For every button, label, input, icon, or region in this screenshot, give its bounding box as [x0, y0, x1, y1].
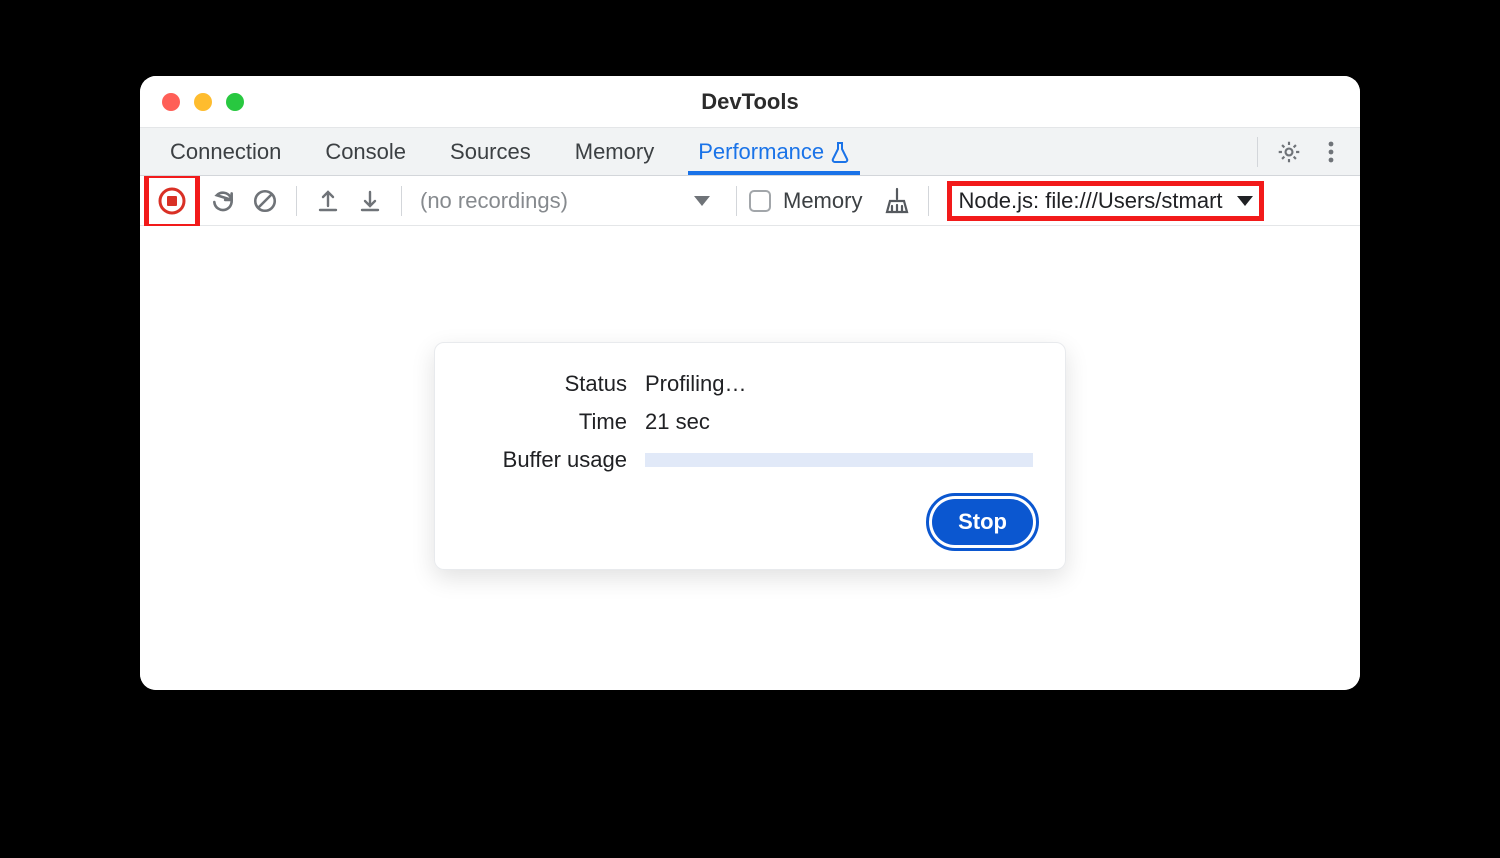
close-icon[interactable]: [162, 93, 180, 111]
collect-garbage-button[interactable]: [878, 182, 916, 220]
broom-icon: [884, 187, 910, 215]
reload-icon: [210, 188, 236, 214]
clear-button[interactable]: [246, 182, 284, 220]
divider: [736, 186, 737, 216]
minimize-icon[interactable]: [194, 93, 212, 111]
experiment-icon: [830, 141, 850, 163]
titlebar: DevTools: [140, 76, 1360, 128]
target-label: Node.js: file:///Users/stmart: [958, 188, 1222, 214]
tabs-right: [1249, 128, 1360, 175]
panel-actions: Stop: [467, 499, 1033, 545]
record-button[interactable]: [151, 180, 193, 222]
chevron-down-icon: [1237, 196, 1253, 206]
tab-label: Console: [325, 139, 406, 165]
performance-toolbar: (no recordings) Memory Node.js: file:///…: [140, 176, 1360, 226]
target-dropdown[interactable]: Node.js: file:///Users/stmart: [947, 181, 1263, 221]
more-button[interactable]: [1312, 133, 1350, 171]
recordings-dropdown[interactable]: (no recordings): [414, 188, 724, 214]
window-title: DevTools: [140, 89, 1360, 115]
buffer-usage-bar: [645, 453, 1033, 467]
record-highlight: [144, 173, 200, 229]
divider: [1257, 137, 1258, 167]
profiling-panel: Status Profiling… Time 21 sec Buffer usa…: [434, 342, 1066, 570]
settings-button[interactable]: [1270, 133, 1308, 171]
status-label: Status: [467, 371, 627, 397]
divider: [401, 186, 402, 216]
recordings-placeholder: (no recordings): [420, 188, 568, 214]
memory-checkbox[interactable]: [749, 190, 771, 212]
zoom-icon[interactable]: [226, 93, 244, 111]
buffer-label: Buffer usage: [467, 447, 627, 473]
tab-sources[interactable]: Sources: [428, 128, 553, 175]
download-icon: [358, 188, 382, 214]
stop-button-label: Stop: [958, 509, 1007, 534]
memory-label: Memory: [783, 188, 862, 214]
time-value: 21 sec: [645, 409, 1033, 435]
status-value: Profiling…: [645, 371, 1033, 397]
time-label: Time: [467, 409, 627, 435]
reload-record-button[interactable]: [204, 182, 242, 220]
tab-connection[interactable]: Connection: [148, 128, 303, 175]
divider: [296, 186, 297, 216]
tab-label: Connection: [170, 139, 281, 165]
tab-performance[interactable]: Performance: [676, 128, 872, 175]
load-profile-button[interactable]: [309, 182, 347, 220]
upload-icon: [316, 188, 340, 214]
stop-button[interactable]: Stop: [932, 499, 1033, 545]
record-stop-icon: [158, 187, 186, 215]
tab-label: Sources: [450, 139, 531, 165]
tabs-bar: Connection Console Sources Memory Perfor…: [140, 128, 1360, 176]
devtools-window: DevTools Connection Console Sources Memo…: [140, 76, 1360, 690]
tab-label: Performance: [698, 139, 824, 165]
more-vertical-icon: [1328, 140, 1334, 164]
chevron-down-icon: [694, 196, 710, 206]
save-profile-button[interactable]: [351, 182, 389, 220]
tab-memory[interactable]: Memory: [553, 128, 676, 175]
content-area: Status Profiling… Time 21 sec Buffer usa…: [140, 226, 1360, 690]
tab-label: Memory: [575, 139, 654, 165]
cancel-icon: [252, 188, 278, 214]
divider: [928, 186, 929, 216]
gear-icon: [1276, 139, 1302, 165]
tab-console[interactable]: Console: [303, 128, 428, 175]
traffic-lights: [140, 93, 244, 111]
